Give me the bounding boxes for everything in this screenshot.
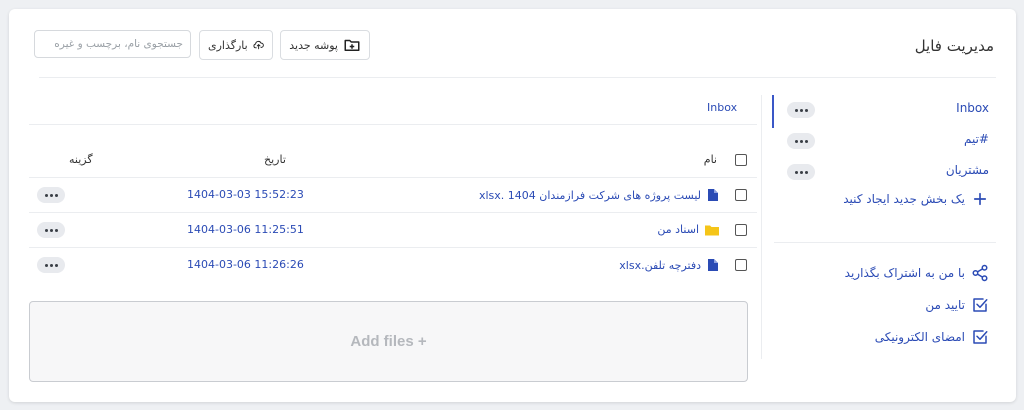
table-header: نام تاریخ گزینه (29, 145, 757, 177)
sidebar: Inbox #تیم مشتریان یک بخش جدید ایجاد کنی… (761, 95, 1001, 359)
file-date: 1404-03-06 11:26:26 (187, 258, 304, 271)
create-section-link[interactable]: یک بخش جدید ایجاد کنید (843, 190, 989, 208)
row-more-button[interactable] (37, 222, 65, 238)
header: مدیریت فایل پوشه جدید بارگذاری (9, 9, 1016, 79)
sidebar-item-customers[interactable]: مشتریان (946, 163, 989, 177)
checkbox-icon (973, 330, 988, 344)
sidebar-link-shared-label: با من به اشتراک بگذارید (844, 266, 965, 280)
header-divider (39, 77, 996, 78)
row-more-button[interactable] (37, 257, 65, 273)
row-checkbox[interactable] (735, 224, 747, 236)
row-checkbox[interactable] (735, 189, 747, 201)
file-dropzone[interactable]: Add files + (29, 301, 748, 382)
new-folder-button[interactable]: پوشه جدید (280, 30, 370, 60)
file-date: 1404-03-03 15:52:23 (187, 188, 304, 201)
row-checkbox[interactable] (735, 259, 747, 271)
cloud-upload-icon (253, 40, 264, 50)
sidebar-link-esign[interactable]: امضای الکترونیکی (875, 328, 989, 346)
new-folder-label: پوشه جدید (289, 38, 338, 52)
sidebar-link-esign-label: امضای الکترونیکی (874, 330, 965, 344)
sidebar-item-team[interactable]: #تیم (964, 132, 989, 146)
table-row[interactable]: دفترچه تلفن.xlsx 1404-03-06 11:26:26 (29, 247, 757, 282)
inbox-more-button[interactable] (787, 102, 815, 118)
customers-more-button[interactable] (787, 164, 815, 180)
folder-plus-icon (344, 39, 360, 51)
table-row[interactable]: لیست پروژه های شرکت فرازمندان 1404 .xlsx… (29, 177, 757, 212)
search-input[interactable] (34, 30, 191, 58)
row-more-button[interactable] (37, 187, 65, 203)
sidebar-item-inbox[interactable]: Inbox (956, 101, 989, 115)
select-all-checkbox[interactable] (735, 154, 747, 166)
file-name[interactable]: دفترچه تلفن.xlsx (619, 258, 719, 272)
column-option: گزینه (69, 153, 93, 166)
sidebar-link-shared[interactable]: با من به اشتراک بگذارید (845, 264, 989, 282)
page-title: مدیریت فایل (914, 37, 994, 55)
file-icon (708, 189, 718, 201)
dropzone-label: Add files + (350, 333, 427, 350)
breadcrumb-divider (29, 124, 757, 125)
sidebar-link-approval[interactable]: تایید من (925, 296, 989, 314)
file-name-label: لیست پروژه های شرکت فرازمندان 1404 .xlsx (478, 188, 701, 202)
file-manager-card: مدیریت فایل پوشه جدید بارگذاری Inbox #تی… (9, 9, 1016, 402)
file-date: 1404-03-06 11:25:51 (187, 223, 304, 236)
share-icon (972, 264, 988, 282)
plus-icon (973, 192, 987, 206)
active-indicator (772, 95, 774, 128)
create-section-label: یک بخش جدید ایجاد کنید (843, 192, 965, 206)
file-name-label: دفترچه تلفن.xlsx (619, 258, 701, 272)
upload-label: بارگذاری (208, 38, 248, 52)
upload-button[interactable]: بارگذاری (199, 30, 273, 60)
sidebar-divider (761, 95, 762, 359)
folder-name-label: اسناد من (657, 223, 699, 236)
team-more-button[interactable] (787, 133, 815, 149)
sidebar-separator (774, 242, 996, 243)
breadcrumb[interactable]: Inbox (707, 101, 737, 114)
folder-name[interactable]: اسناد من (657, 223, 719, 236)
checkbox-icon (973, 298, 988, 312)
column-name[interactable]: نام (704, 153, 717, 166)
sidebar-link-approval-label: تایید من (925, 298, 965, 312)
file-icon (708, 259, 718, 271)
folder-icon (705, 225, 719, 235)
table-row[interactable]: اسناد من 1404-03-06 11:25:51 (29, 212, 757, 247)
column-date[interactable]: تاریخ (264, 153, 286, 166)
file-name[interactable]: لیست پروژه های شرکت فرازمندان 1404 .xlsx (479, 188, 719, 202)
